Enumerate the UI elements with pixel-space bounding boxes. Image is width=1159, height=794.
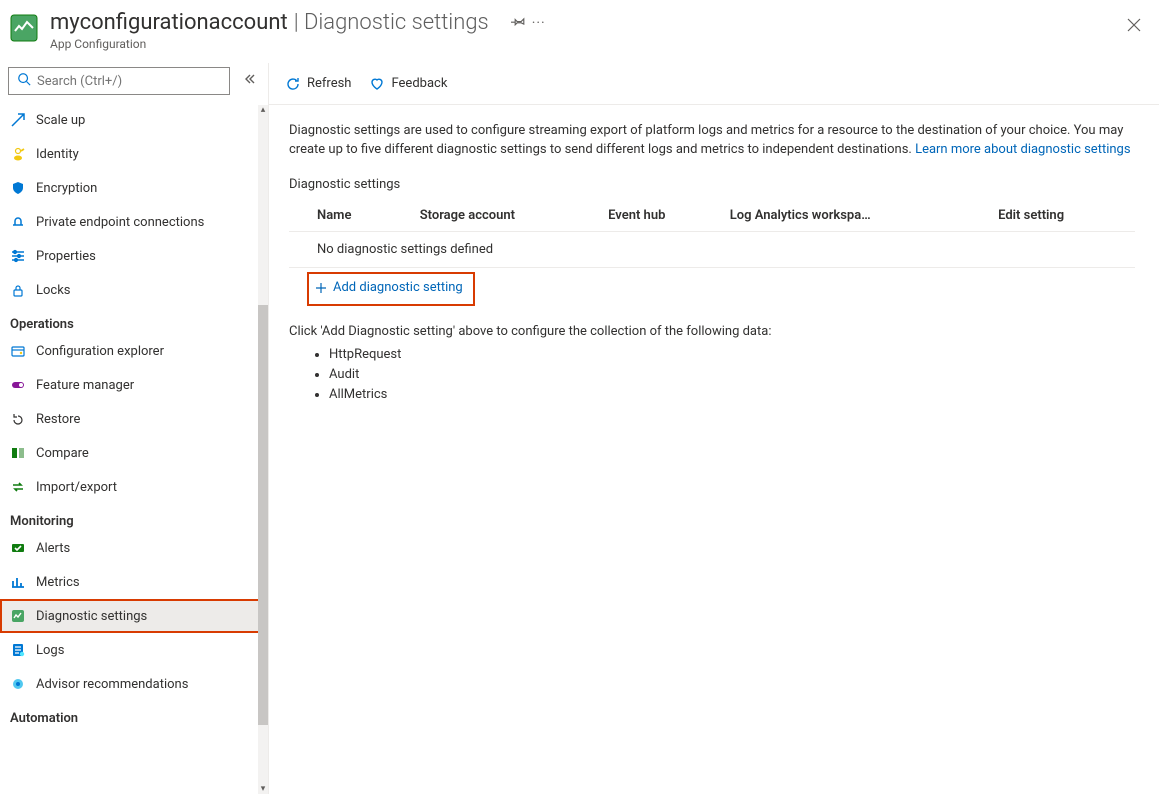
search-input-wrapper[interactable] xyxy=(8,67,230,95)
sidebar-item-label: Properties xyxy=(36,249,96,264)
refresh-button[interactable]: Refresh xyxy=(285,76,351,92)
sidebar-item-label: Advisor recommendations xyxy=(36,677,188,692)
sidebar-item-label: Configuration explorer xyxy=(36,344,164,359)
add-diagnostic-label: Add diagnostic setting xyxy=(333,280,463,295)
datatype-item: Audit xyxy=(329,365,1135,385)
sidebar-item-metrics[interactable]: Metrics xyxy=(0,565,268,599)
sidebar-item-label: Identity xyxy=(36,147,79,162)
page-title: myconfigurationaccount | Diagnostic sett… xyxy=(50,10,1127,35)
add-diagnostic-setting-button[interactable]: Add diagnostic setting xyxy=(315,280,463,295)
scroll-down-arrow[interactable]: ▾ xyxy=(258,784,268,794)
diagnostic-settings-heading: Diagnostic settings xyxy=(289,177,1135,192)
heart-icon xyxy=(369,76,385,92)
refresh-label: Refresh xyxy=(307,76,351,91)
more-icon[interactable]: ··· xyxy=(532,15,546,31)
collapse-nav-icon[interactable] xyxy=(238,68,260,94)
sidebar-item-label: Private endpoint connections xyxy=(36,215,204,230)
close-icon[interactable] xyxy=(1127,16,1141,37)
sidebar-item-import-export[interactable]: Import/export xyxy=(0,470,268,504)
nav-section-monitoring: Monitoring xyxy=(0,504,268,531)
diag-icon xyxy=(10,608,26,624)
metrics-icon xyxy=(10,574,26,590)
col-law: Log Analytics workspa… xyxy=(730,200,998,232)
data-types-list: HttpRequestAuditAllMetrics xyxy=(329,345,1135,405)
sidebar-item-label: Metrics xyxy=(36,575,80,590)
sidebar-item-feature-manager[interactable]: Feature manager xyxy=(0,368,268,402)
sidebar-item-label: Import/export xyxy=(36,480,117,495)
properties-icon xyxy=(10,248,26,264)
sidebar-item-label: Alerts xyxy=(36,541,70,556)
nav-section-operations: Operations xyxy=(0,307,268,334)
sidebar-item-label: Diagnostic settings xyxy=(36,609,147,624)
locks-icon xyxy=(10,282,26,298)
sidebar-item-private-endpoint[interactable]: Private endpoint connections xyxy=(0,205,268,239)
instruction-text: Click 'Add Diagnostic setting' above to … xyxy=(289,324,1135,339)
plus-icon xyxy=(315,282,327,294)
sidebar-item-label: Logs xyxy=(36,643,64,658)
empty-state-row: No diagnostic settings defined xyxy=(289,232,1135,268)
sidebar-item-identity[interactable]: Identity xyxy=(0,137,268,171)
sidebar-item-compare[interactable]: Compare xyxy=(0,436,268,470)
sidebar-item-label: Scale up xyxy=(36,113,85,128)
sidebar-item-config-explorer[interactable]: Configuration explorer xyxy=(0,334,268,368)
description-text: Diagnostic settings are used to configur… xyxy=(289,121,1135,159)
sidebar-item-label: Compare xyxy=(36,446,89,461)
sidebar-item-label: Locks xyxy=(36,283,71,298)
import-export-icon xyxy=(10,479,26,495)
sidebar-item-logs[interactable]: Logs xyxy=(0,633,268,667)
sidebar-item-scale-up[interactable]: Scale up xyxy=(0,103,268,137)
sidebar-item-encryption[interactable]: Encryption xyxy=(0,171,268,205)
feedback-label: Feedback xyxy=(391,76,447,91)
search-icon xyxy=(17,72,31,90)
sidebar-item-locks[interactable]: Locks xyxy=(0,273,268,307)
advisor-icon xyxy=(10,676,26,692)
private-endpoint-icon xyxy=(10,214,26,230)
identity-icon xyxy=(10,146,26,162)
refresh-icon xyxy=(285,76,301,92)
learn-more-link[interactable]: Learn more about diagnostic settings xyxy=(915,142,1131,157)
sidebar-item-advisor[interactable]: Advisor recommendations xyxy=(0,667,268,701)
sidebar-item-properties[interactable]: Properties xyxy=(0,239,268,273)
encryption-icon xyxy=(10,180,26,196)
col-storage: Storage account xyxy=(420,200,608,232)
sidebar-item-restore[interactable]: Restore xyxy=(0,402,268,436)
datatype-item: HttpRequest xyxy=(329,345,1135,365)
sidebar-scrollbar[interactable]: ▴ ▾ xyxy=(258,105,268,794)
feedback-button[interactable]: Feedback xyxy=(369,76,447,92)
sidebar-item-diag[interactable]: Diagnostic settings xyxy=(0,599,268,633)
sidebar-item-label: Restore xyxy=(36,412,80,427)
pin-icon[interactable] xyxy=(511,10,526,35)
nav-section-automation: Automation xyxy=(0,701,268,728)
resource-type-icon xyxy=(10,14,38,42)
col-eventhub: Event hub xyxy=(608,200,730,232)
logs-icon xyxy=(10,642,26,658)
resource-type-label: App Configuration xyxy=(50,37,1127,51)
feature-manager-icon xyxy=(10,377,26,393)
diagnostic-settings-table: Name Storage account Event hub Log Analy… xyxy=(289,200,1135,268)
datatype-item: AllMetrics xyxy=(329,385,1135,405)
compare-icon xyxy=(10,445,26,461)
sidebar-item-label: Encryption xyxy=(36,181,97,196)
alerts-icon xyxy=(10,540,26,556)
scroll-up-arrow[interactable]: ▴ xyxy=(258,105,268,115)
sidebar-item-label: Feature manager xyxy=(36,378,134,393)
search-input[interactable] xyxy=(37,74,221,89)
config-explorer-icon xyxy=(10,343,26,359)
scale-up-icon xyxy=(10,112,26,128)
restore-icon xyxy=(10,411,26,427)
col-name: Name xyxy=(289,200,420,232)
sidebar-item-alerts[interactable]: Alerts xyxy=(0,531,268,565)
col-edit: Edit setting xyxy=(998,200,1135,232)
scroll-thumb[interactable] xyxy=(258,305,268,725)
